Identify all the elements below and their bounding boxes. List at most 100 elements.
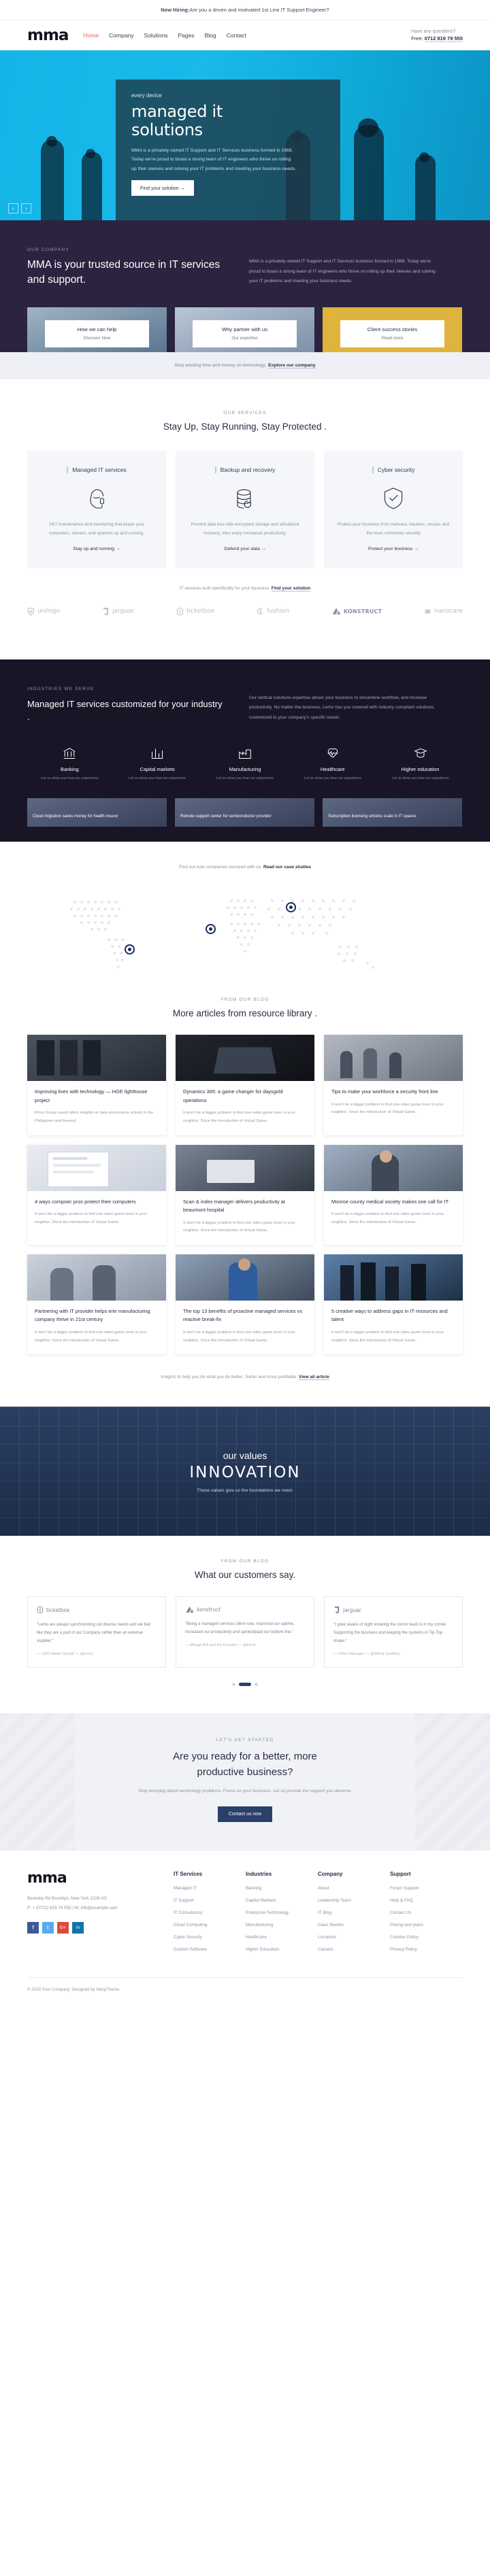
cta-section: Let's get started Are you ready for a be…	[0, 1713, 490, 1851]
footer-link[interactable]: Help & FAQ	[390, 1898, 462, 1903]
case-studies-note: Find out how companies succeed with us. …	[0, 842, 490, 871]
nav-item-home[interactable]: Home	[83, 32, 99, 39]
client-logos: unilogo jarguar ticketbox fushion KONSTR…	[27, 591, 463, 636]
footer-link[interactable]: Leadership Team	[318, 1898, 390, 1903]
site-logo[interactable]: mma	[27, 27, 69, 44]
footer-link[interactable]: IT Consultancy	[174, 1910, 246, 1915]
testimonial-card[interactable]: jarguar "I grew aware of night knowing t…	[324, 1596, 463, 1668]
client-logo-label: ticketbox	[186, 608, 215, 615]
case-study-title: Subscription licensing unlocks scale in …	[328, 814, 416, 819]
world-map-section	[0, 870, 490, 993]
article-card[interactable]: 4 ways compsec pros protect their comput…	[27, 1144, 166, 1245]
footer-link[interactable]: Pricing and plans	[390, 1923, 462, 1927]
client-logo-fushion[interactable]: fushion	[257, 607, 289, 616]
footer-link[interactable]: Managed IT	[174, 1886, 246, 1891]
client-logo-konstruct[interactable]: KONSTRUCT	[331, 607, 382, 615]
services-note-text: IT services built specifically for your …	[179, 585, 270, 591]
hero-prev-arrow-icon[interactable]: ‹	[8, 203, 18, 213]
industry-item-higher-education[interactable]: Higher education Let us show you how our…	[378, 744, 463, 782]
case-study-card[interactable]: Subscription licensing unlocks scale in …	[323, 798, 462, 827]
client-logo-nanocare[interactable]: nanocare	[424, 607, 463, 616]
service-card-cyber-security[interactable]: Cyber security Protect your business fro…	[324, 450, 463, 568]
site-footer: mma Beverley Rd Brooklyn, New York 1226 …	[0, 1851, 490, 2008]
industry-item-manufacturing[interactable]: Manufacturing Let us show you how our ex…	[203, 744, 288, 782]
footer-link[interactable]: Banking	[246, 1886, 318, 1891]
nav-item-blog[interactable]: Blog	[205, 32, 216, 39]
footer-link[interactable]: Healthcare	[246, 1935, 318, 1940]
hiring-banner[interactable]: Now Hiring: Are you a driven and motivat…	[0, 0, 490, 20]
service-card-managed-it-services[interactable]: Managed IT services 24/7 maintenance and…	[27, 450, 166, 568]
industry-item-healthcare[interactable]: Healthcare Let us show you how our exper…	[290, 744, 375, 782]
article-card[interactable]: The top 13 benefits of proactive managed…	[176, 1254, 314, 1355]
article-excerpt: It won't be a bigger problem to find one…	[183, 1111, 295, 1123]
nav-item-company[interactable]: Company	[109, 32, 133, 39]
industry-item-banking[interactable]: Banking Let us show you how our experien…	[27, 744, 112, 782]
article-card[interactable]: Tips to make your workforce a security f…	[324, 1035, 463, 1135]
contact-us-button[interactable]: Contact us now	[217, 1806, 273, 1823]
footer-link[interactable]: Higher Education	[246, 1947, 318, 1952]
footer-link[interactable]: Manufacturing	[246, 1923, 318, 1927]
article-card[interactable]: Monroe county medical society makes one …	[324, 1144, 463, 1245]
service-link[interactable]: Stay up and running →	[73, 547, 120, 551]
company-card-why-partner-with-us[interactable]: Why partner with us Our expertise	[175, 307, 314, 352]
find-your-solution-link[interactable]: Find your solution	[271, 585, 311, 591]
article-card[interactable]: 5 creative ways to address gaps in IT re…	[324, 1254, 463, 1355]
footer-logo[interactable]: mma	[27, 1871, 174, 1886]
article-card[interactable]: Partnering with IT provider helps erie m…	[27, 1254, 166, 1355]
company-card-how-we-can-help[interactable]: How we can help Discover Now	[27, 307, 167, 352]
cta-heading-line1: Are you ready for a better, more	[173, 1751, 317, 1763]
hero-cta-button[interactable]: Find your solution →	[131, 179, 194, 196]
footer-link[interactable]: Custom Software	[174, 1947, 246, 1952]
services-kicker: OUR SERVICES	[223, 410, 267, 415]
footer-link[interactable]: Careers	[318, 1947, 390, 1952]
case-study-card[interactable]: Remote support center for semiconductor …	[175, 798, 314, 827]
pagination-dot[interactable]	[255, 1683, 258, 1687]
pagination-dot-active[interactable]	[239, 1683, 251, 1687]
article-card[interactable]: Improving lives with technology — HGE li…	[27, 1035, 166, 1135]
client-logo-unilogo[interactable]: unilogo	[27, 607, 60, 616]
hero-next-arrow-icon[interactable]: ›	[21, 203, 31, 213]
testimonial-card[interactable]: ticketbox "Lemo are always synchronizing…	[27, 1596, 166, 1668]
service-link[interactable]: Protect your business →	[368, 547, 419, 551]
footer-link[interactable]: Contact Us	[390, 1910, 462, 1915]
industry-name: Banking	[61, 766, 79, 772]
footer-link[interactable]: Capital Markets	[246, 1898, 318, 1903]
footer-link[interactable]: Forum Support	[390, 1886, 462, 1891]
article-excerpt: It won't be a bigger problem to find one…	[183, 1330, 295, 1343]
footer-link[interactable]: Cyber Security	[174, 1935, 246, 1940]
header-phone-prefix: Free:	[411, 35, 423, 41]
footer-link[interactable]: IT Support	[174, 1898, 246, 1903]
nav-item-contact[interactable]: Contact	[227, 32, 246, 39]
explore-company-link[interactable]: Explore our company	[268, 363, 316, 368]
header-phone[interactable]: Free: 0712 819 79 555	[411, 35, 463, 42]
facebook-icon[interactable]: f	[27, 1921, 39, 1934]
twitter-icon[interactable]: t	[42, 1921, 54, 1934]
service-link[interactable]: Defend your data →	[225, 547, 266, 551]
company-card-client-success-stories[interactable]: Client success stories Read more	[323, 307, 462, 352]
industry-item-capital-markets[interactable]: Capital markets Let us show you how our …	[115, 744, 200, 782]
service-card-backup-and-recovery[interactable]: Backup and recovery Prevent data loss wi…	[176, 450, 314, 568]
nav-item-solutions[interactable]: Solutions	[144, 32, 168, 39]
linkedin-icon[interactable]: in	[72, 1921, 84, 1934]
article-card[interactable]: Dynamics 365: a game changer for daysgol…	[176, 1035, 314, 1135]
footer-link[interactable]: Case Studies	[318, 1923, 390, 1927]
footer-link[interactable]: Privacy Policy	[390, 1947, 462, 1952]
article-card[interactable]: Scan & index manager delivers productivi…	[176, 1144, 314, 1245]
pagination-dot[interactable]	[232, 1683, 235, 1687]
footer-link[interactable]: Enterprise Technology	[246, 1910, 318, 1915]
client-logo-ticketbox[interactable]: ticketbox	[176, 607, 214, 616]
testimonial-card[interactable]: konstruct "Being a managed services clie…	[176, 1596, 314, 1668]
footer-link[interactable]: IT Blog	[318, 1910, 390, 1915]
case-study-card[interactable]: Cloud migration saves money for health i…	[27, 798, 167, 827]
footer-link[interactable]: Locations	[318, 1935, 390, 1940]
headset-icon	[38, 483, 155, 513]
footer-link[interactable]: Cookies Policy	[390, 1935, 462, 1940]
client-logo-jarguar[interactable]: jarguar	[102, 607, 134, 616]
services-title: Stay Up, Stay Running, Stay Protected .	[163, 421, 327, 432]
view-all-articles-link[interactable]: View all article	[299, 1375, 329, 1381]
testimonials-title: What our customers say.	[194, 1570, 296, 1581]
footer-link[interactable]: Cloud Computing	[174, 1923, 246, 1927]
footer-link[interactable]: About	[318, 1886, 390, 1891]
google-plus-icon[interactable]: G+	[57, 1921, 69, 1934]
nav-item-pages[interactable]: Pages	[178, 32, 195, 39]
